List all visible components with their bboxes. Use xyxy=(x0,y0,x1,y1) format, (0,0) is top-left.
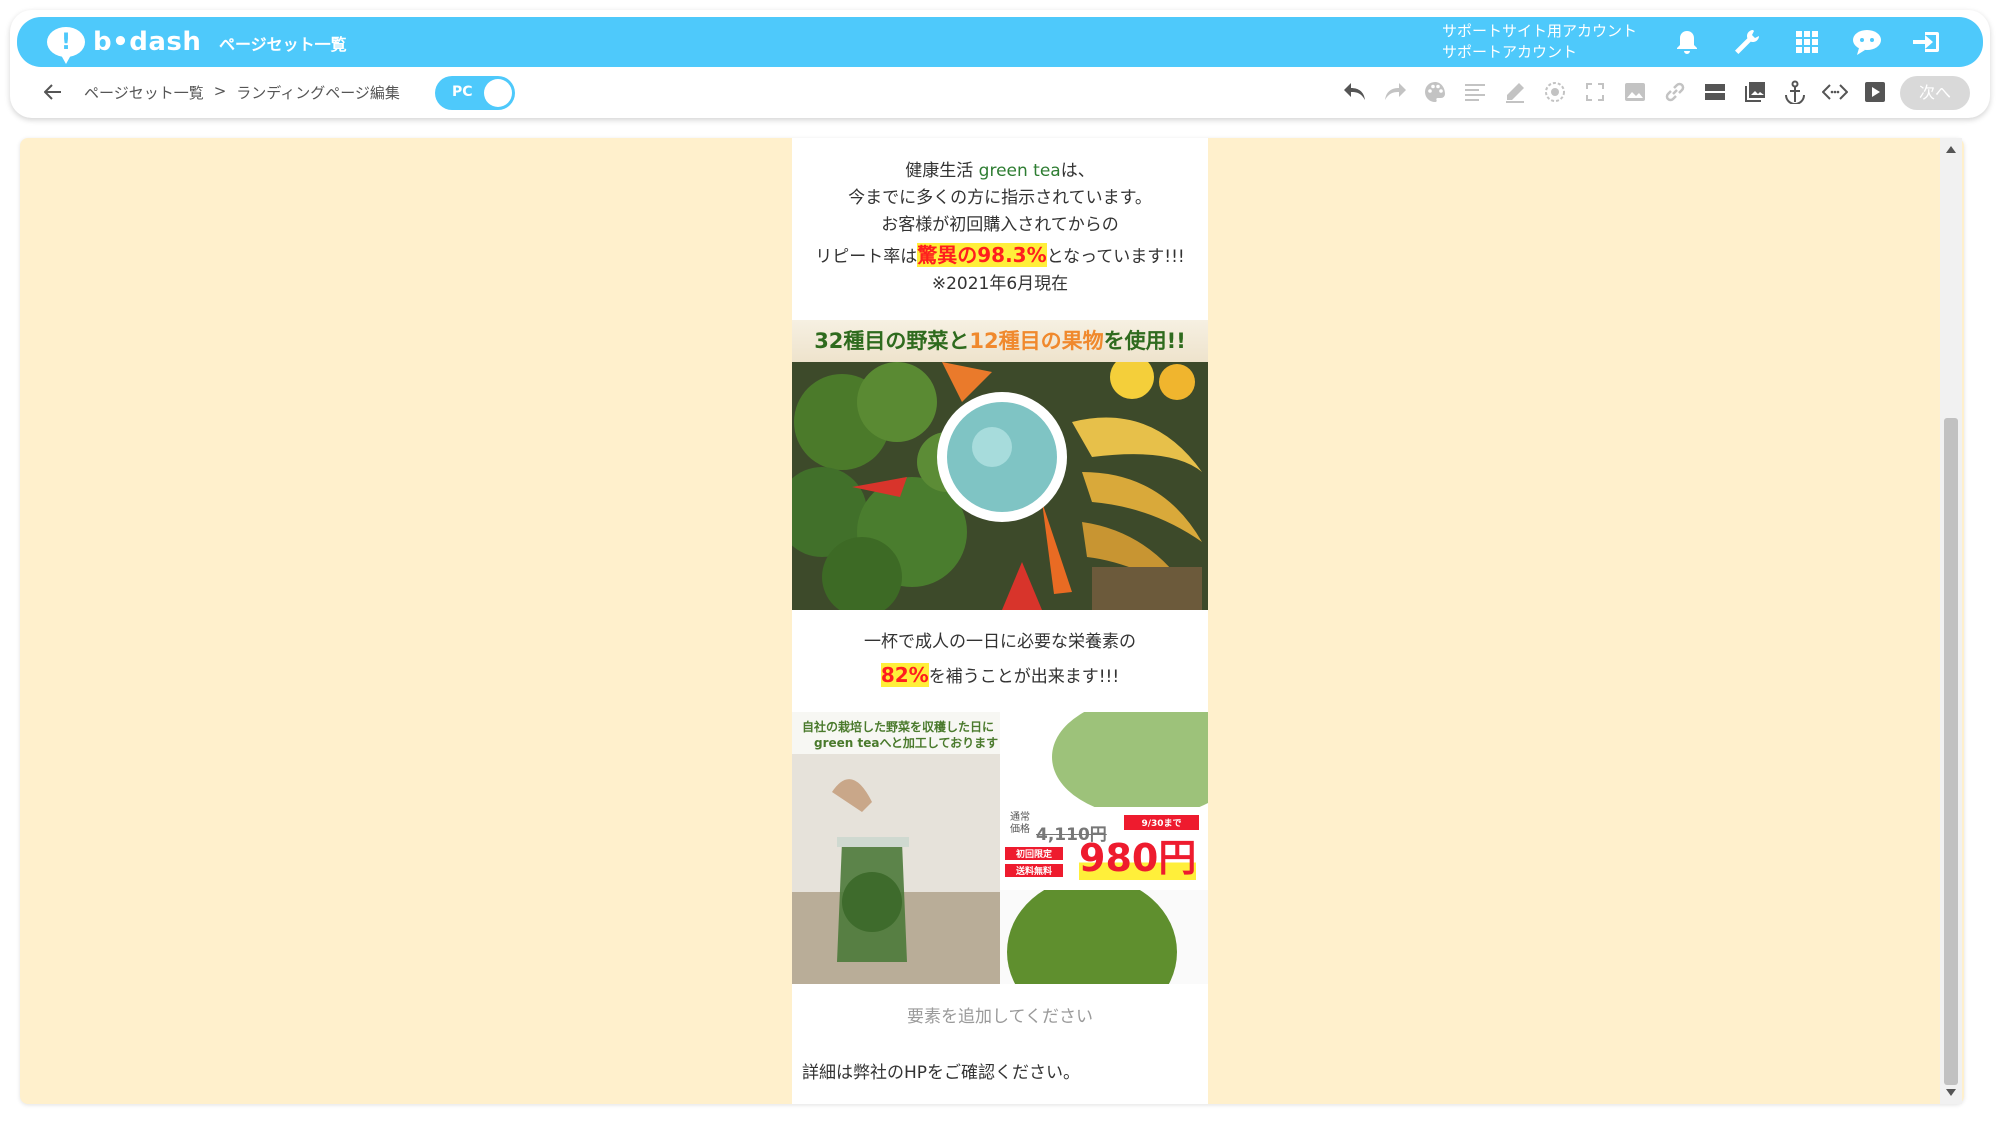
toggle-knob xyxy=(484,79,512,107)
nutrition-line-2-suffix: を補うことが出来ます!!! xyxy=(928,667,1120,687)
veg-count: 32種目の野菜 xyxy=(814,329,949,353)
editor-canvas: 健康生活 green teaは、 今までに多くの方に指示されています。 お客様が… xyxy=(20,138,1964,1104)
logout-icon[interactable] xyxy=(1897,17,1957,67)
intro-text-block[interactable]: 健康生活 green teaは、 今までに多くの方に指示されています。 お客様が… xyxy=(792,158,1208,298)
chat-icon[interactable] xyxy=(1837,17,1897,67)
scroll-up-arrow-icon[interactable] xyxy=(1946,146,1956,153)
canvas-scrollbar[interactable] xyxy=(1940,138,1962,1104)
anchor-icon[interactable] xyxy=(1775,72,1815,112)
vegetables-photo xyxy=(792,362,1208,610)
promo-caption: 自社の栽培した野菜を収穫した日に green teaへと加工しております xyxy=(802,719,998,751)
logo-icon: ! xyxy=(47,27,85,64)
intro-brand-suffix: は、 xyxy=(1060,161,1095,181)
breadcrumb-page-set-list[interactable]: ページセット一覧 xyxy=(84,82,204,103)
promo-caption-line-1: 自社の栽培した野菜を収穫した日に xyxy=(802,720,995,734)
add-element-placeholder[interactable]: 要素を追加してください xyxy=(792,1002,1208,1027)
promo-price: 980円 xyxy=(1079,836,1197,880)
account-info[interactable]: サポートサイト用アカウント サポートアカウント xyxy=(1442,21,1637,63)
regular-label-2: 価格 xyxy=(1010,824,1030,835)
code-icon[interactable] xyxy=(1815,72,1855,112)
breadcrumb-landing-edit: ランディングページ編集 xyxy=(236,84,400,102)
deadline-tag: 9/30まで xyxy=(1141,819,1182,829)
gallery-icon[interactable] xyxy=(1735,72,1775,112)
section-icon[interactable] xyxy=(1695,72,1735,112)
details-text[interactable]: 詳細は弊社のHPをご確認ください。 xyxy=(802,1058,1080,1083)
intro-brand-prefix: 健康生活 xyxy=(905,161,979,181)
nutrition-line-2: 82%を補うことが出来ます!!! xyxy=(792,659,1208,694)
play-icon[interactable] xyxy=(1855,72,1895,112)
free-shipping-tag: 送料無料 xyxy=(1015,867,1052,877)
regular-label-1: 通常 xyxy=(1010,812,1030,823)
breadcrumb: ページセット一覧 > ランディングページ編集 xyxy=(84,82,400,103)
scroll-down-arrow-icon[interactable] xyxy=(1946,1089,1956,1096)
editor-toolbar: ページセット一覧 > ランディングページ編集 PC 次へ xyxy=(10,67,1990,118)
intro-line-2: 今までに多くの方に指示されています。 xyxy=(848,188,1152,208)
repeat-rate-prefix: リピート率は xyxy=(815,247,918,267)
intro-line-5: ※2021年6月現在 xyxy=(931,274,1069,294)
undo-icon[interactable] xyxy=(1335,72,1375,112)
vegetables-banner-title: 32種目の野菜と12種目の果物を使用!! xyxy=(792,320,1208,362)
target-icon[interactable] xyxy=(1535,72,1575,112)
palette-icon[interactable] xyxy=(1415,72,1455,112)
repeat-rate-highlight: 驚異の98.3% xyxy=(917,243,1047,267)
repeat-rate-suffix: となっています!!! xyxy=(1046,247,1185,267)
app-header: ! b•dash ページセット一覧 サポートサイト用アカウント サポートアカウン… xyxy=(10,10,1990,118)
intro-line-4: リピート率は驚異の98.3%となっています!!! xyxy=(792,242,1208,271)
redo-icon[interactable] xyxy=(1375,72,1415,112)
align-icon[interactable] xyxy=(1455,72,1495,112)
toggle-label: PC xyxy=(452,84,473,100)
wrench-icon[interactable] xyxy=(1717,17,1777,67)
image-icon[interactable] xyxy=(1615,72,1655,112)
promo-caption-line-2: green teaへと加工しております xyxy=(814,736,999,750)
fullscreen-icon[interactable] xyxy=(1575,72,1615,112)
intro-line-1: 健康生活 green teaは、 xyxy=(792,158,1208,185)
nav-page-set-list[interactable]: ページセット一覧 xyxy=(219,31,347,55)
landing-page-preview: 健康生活 green teaは、 今までに多くの方に指示されています。 お客様が… xyxy=(792,138,1208,1104)
fruit-count: 12種目の果物 xyxy=(969,329,1104,353)
logo[interactable]: ! b•dash xyxy=(47,25,202,64)
tool-icons xyxy=(1335,72,1895,112)
scroll-thumb[interactable] xyxy=(1944,418,1958,1085)
regular-price-label: 通常 価格 xyxy=(1010,812,1030,836)
account-site: サポートサイト用アカウント xyxy=(1442,22,1638,40)
top-bar: ! b•dash ページセット一覧 サポートサイト用アカウント サポートアカウン… xyxy=(17,17,1983,67)
link-icon[interactable] xyxy=(1655,72,1695,112)
logo-text: b•dash xyxy=(93,27,202,57)
intro-line-3: お客様が初回購入されてからの xyxy=(881,215,1119,235)
veg-and: と xyxy=(948,329,970,353)
breadcrumb-separator: > xyxy=(213,82,227,100)
nutrition-line-1: 一杯で成人の一日に必要な栄養素の xyxy=(864,632,1136,652)
nutrition-percent-highlight: 82% xyxy=(880,663,929,687)
pen-icon[interactable] xyxy=(1495,72,1535,112)
account-name: サポートアカウント xyxy=(1442,43,1578,61)
nutrition-text-block[interactable]: 一杯で成人の一日に必要な栄養素の 82%を補うことが出来ます!!! xyxy=(792,626,1208,694)
pc-mobile-toggle[interactable]: PC xyxy=(435,76,515,110)
intro-brand-name: green tea xyxy=(978,161,1061,181)
next-button[interactable]: 次へ xyxy=(1900,76,1970,110)
back-arrow-icon[interactable] xyxy=(40,79,66,105)
first-time-tag: 初回限定 xyxy=(1015,850,1052,860)
veg-used: を使用!! xyxy=(1103,329,1186,353)
bell-icon[interactable] xyxy=(1657,17,1717,67)
promo-banner-image[interactable]: 自社の栽培した野菜を収穫した日に green teaへと加工しております 通常 … xyxy=(792,712,1208,984)
apps-grid-icon[interactable] xyxy=(1777,17,1837,67)
vegetables-banner-image[interactable]: 32種目の野菜と12種目の果物を使用!! xyxy=(792,320,1208,610)
